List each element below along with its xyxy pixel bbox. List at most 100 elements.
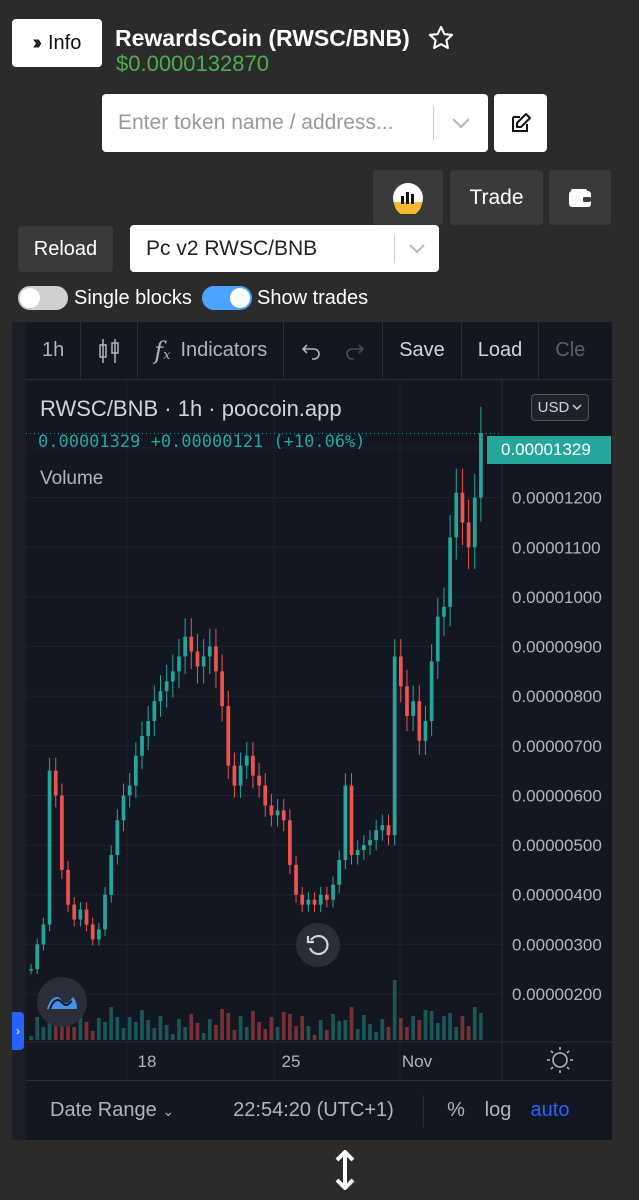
volume-bar bbox=[238, 1016, 243, 1040]
volume-bar bbox=[281, 1012, 286, 1040]
candle-body bbox=[380, 825, 385, 831]
pair-select[interactable]: Pc v2 RWSC/BNB bbox=[130, 225, 439, 272]
log-scale-button[interactable]: log bbox=[476, 1099, 520, 1122]
redo-icon[interactable] bbox=[344, 342, 366, 360]
candle-body bbox=[263, 785, 268, 806]
percent-scale-button[interactable]: % bbox=[436, 1099, 476, 1122]
candle-body bbox=[78, 909, 83, 920]
star-icon[interactable] bbox=[427, 24, 455, 52]
resize-handle-icon[interactable] bbox=[330, 1148, 360, 1192]
volume-bar bbox=[435, 1023, 440, 1040]
wallet-button[interactable] bbox=[549, 170, 611, 225]
token-search-box[interactable] bbox=[102, 94, 488, 152]
token-search-input[interactable] bbox=[102, 94, 433, 152]
volume-bar bbox=[84, 1022, 89, 1040]
volume-bar bbox=[170, 1034, 175, 1040]
show-trades-toggle[interactable] bbox=[202, 286, 252, 310]
candle-body bbox=[398, 656, 403, 687]
candle-body bbox=[275, 810, 280, 816]
volume-bar bbox=[355, 1029, 360, 1040]
candle-body bbox=[90, 924, 95, 940]
auto-scale-button[interactable]: auto bbox=[520, 1099, 580, 1122]
undo-icon[interactable] bbox=[300, 342, 322, 360]
price-chart[interactable]: 0.000013000.000012000.000011000.00001000… bbox=[26, 380, 612, 1080]
volume-bar bbox=[35, 1017, 40, 1040]
fx-icon: fx bbox=[154, 336, 171, 365]
candle-body bbox=[115, 820, 120, 856]
chart-bottom-bar: Date Range ⌄ 22:54:20 (UTC+1) % log auto bbox=[26, 1080, 612, 1140]
theme-icon-ray bbox=[566, 1066, 570, 1070]
currency-select[interactable]: USD bbox=[531, 394, 589, 421]
volume-bar bbox=[97, 1018, 101, 1040]
interval-button[interactable]: 1h bbox=[26, 322, 82, 379]
info-button[interactable]: ›› Info bbox=[12, 19, 102, 67]
info-label: Info bbox=[47, 31, 82, 54]
x-tick-label: Nov bbox=[402, 1052, 433, 1071]
volume-bar bbox=[177, 1019, 181, 1040]
load-button[interactable]: Load bbox=[462, 322, 540, 379]
volume-bar bbox=[72, 1027, 77, 1040]
volume-bar bbox=[158, 1016, 163, 1040]
candle-body bbox=[361, 845, 366, 851]
volume-bar bbox=[472, 1007, 477, 1040]
volume-bar bbox=[374, 1032, 379, 1040]
tradingview-logo-icon[interactable] bbox=[37, 977, 87, 1027]
side-panel-handle[interactable]: › bbox=[12, 1012, 24, 1050]
chart-area[interactable]: 0.000013000.000012000.000011000.00001000… bbox=[26, 380, 612, 1080]
single-blocks-label: Single blocks bbox=[74, 287, 192, 309]
double-chevron-right-icon: ›› bbox=[32, 31, 43, 54]
volume-bar bbox=[164, 1025, 169, 1040]
candle-body bbox=[152, 701, 157, 721]
volume-legend: Volume bbox=[40, 468, 104, 489]
chart-legend-values: 0.00001329 +0.00000121 (+10.06%) bbox=[38, 432, 366, 452]
theme-icon-ray bbox=[550, 1066, 554, 1070]
reload-button[interactable]: Reload bbox=[18, 226, 113, 272]
volume-bar bbox=[29, 1036, 33, 1040]
candle-body bbox=[84, 909, 89, 925]
candle-body bbox=[479, 433, 483, 498]
candle-body bbox=[466, 522, 471, 548]
candle-type-button[interactable] bbox=[81, 322, 139, 379]
candle-body bbox=[201, 656, 206, 667]
volume-bar bbox=[392, 980, 397, 1040]
volume-bar bbox=[429, 1011, 434, 1040]
chevron-down-icon: ⌄ bbox=[162, 1103, 175, 1119]
candle-body bbox=[417, 701, 422, 741]
candle-body bbox=[60, 795, 64, 870]
chevron-down-icon[interactable] bbox=[434, 117, 488, 129]
candle-body bbox=[472, 497, 477, 548]
volume-bar bbox=[405, 1027, 409, 1040]
y-tick-label: 0.00000700 bbox=[512, 737, 602, 756]
candle-body bbox=[109, 855, 114, 895]
undo-redo-group bbox=[284, 322, 384, 379]
volume-bar bbox=[306, 1026, 311, 1040]
poocoin-logo-button[interactable] bbox=[373, 170, 443, 225]
candle-body bbox=[127, 785, 132, 796]
volume-bar bbox=[288, 1014, 292, 1040]
candle-body bbox=[306, 899, 311, 905]
y-tick-label: 0.00001100 bbox=[512, 538, 601, 557]
candle-body bbox=[29, 969, 33, 971]
candle-body bbox=[35, 944, 40, 970]
clear-button[interactable]: Cle bbox=[539, 322, 601, 379]
volume-bar bbox=[442, 1016, 446, 1040]
candle-body bbox=[251, 755, 255, 776]
candle-body bbox=[288, 820, 292, 865]
y-tick-label: 0.00000800 bbox=[512, 687, 602, 706]
volume-bar bbox=[220, 1009, 224, 1040]
volume-bar bbox=[251, 1011, 255, 1040]
volume-bar bbox=[398, 1018, 403, 1040]
trade-button[interactable]: Trade bbox=[450, 170, 543, 225]
volume-bar bbox=[140, 1010, 144, 1040]
edit-button[interactable] bbox=[494, 94, 547, 152]
single-blocks-toggle[interactable] bbox=[18, 286, 68, 310]
candle-body bbox=[177, 656, 181, 672]
candle-body bbox=[331, 884, 335, 900]
reset-chart-button[interactable] bbox=[296, 923, 340, 967]
candlestick-icon bbox=[99, 338, 119, 363]
indicators-button[interactable]: fx Indicators bbox=[138, 322, 285, 379]
date-range-button[interactable]: Date Range ⌄ bbox=[26, 1099, 216, 1122]
volume-bar bbox=[121, 1028, 126, 1040]
candle-body bbox=[343, 785, 348, 860]
save-button[interactable]: Save bbox=[383, 322, 462, 379]
